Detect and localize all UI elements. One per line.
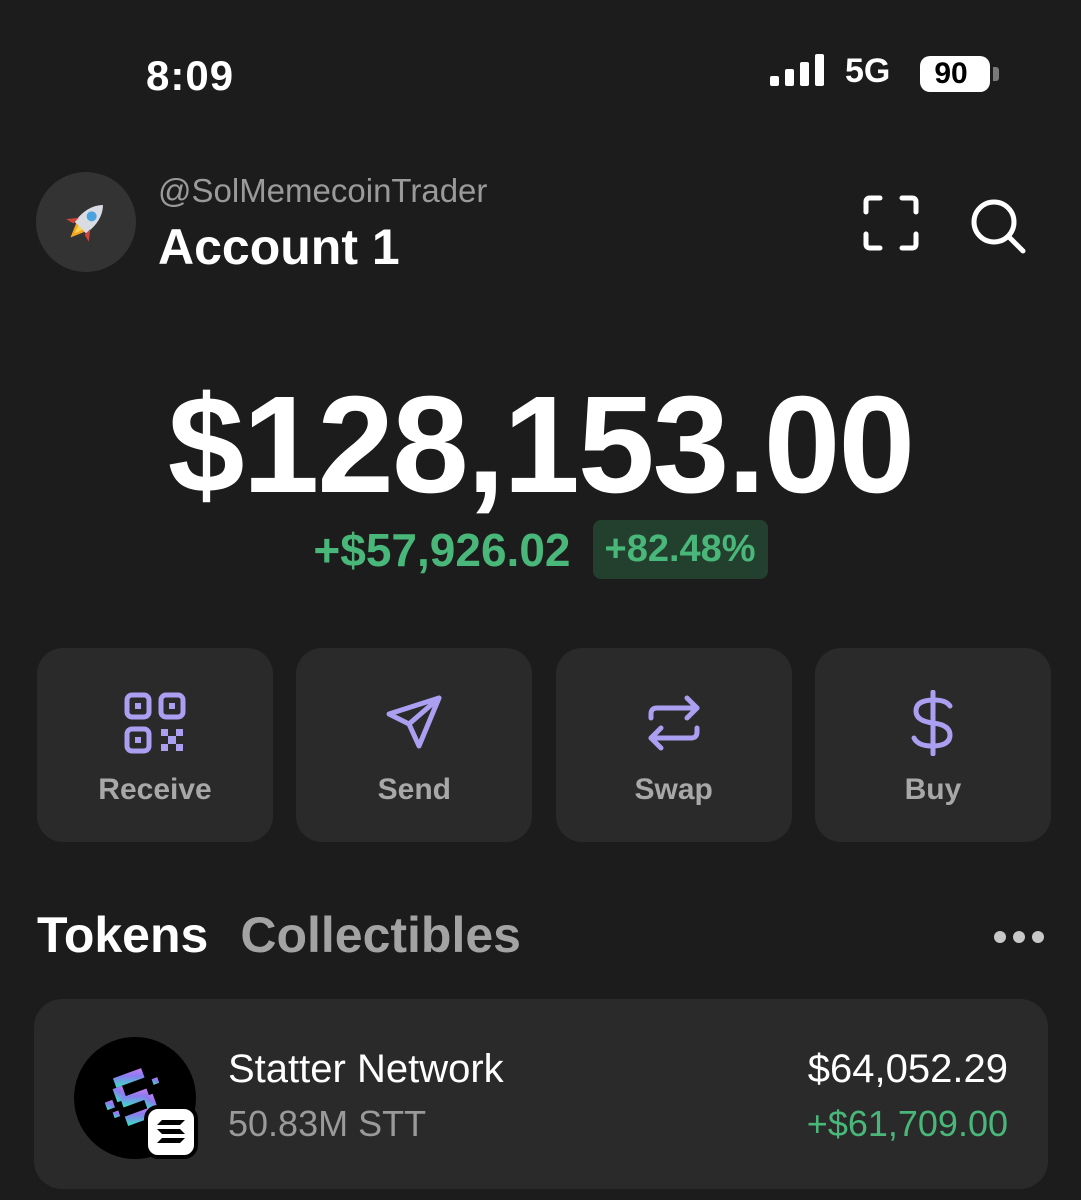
tab-tokens[interactable]: Tokens: [37, 906, 208, 964]
avatar[interactable]: [36, 172, 136, 272]
token-amount: 50.83M STT: [228, 1103, 427, 1144]
account-name[interactable]: Account 1: [158, 218, 400, 276]
battery-icon: 90: [920, 56, 990, 92]
search-icon[interactable]: [968, 196, 1028, 256]
asset-tabs: Tokens Collectibles: [37, 906, 521, 964]
battery-level: 90: [934, 57, 968, 90]
status-bar: 8:09 5G 90: [0, 0, 1081, 150]
battery-cap: [993, 67, 999, 81]
balance-change-percent: +82.48%: [592, 520, 768, 579]
rocket-icon: [66, 205, 103, 242]
dollar-icon: [911, 690, 953, 756]
send-button[interactable]: Send: [296, 648, 533, 842]
token-name: Statter Network: [228, 1047, 504, 1091]
total-balance: $128,153.00: [167, 368, 915, 522]
token-value: $64,052.29: [807, 1047, 1008, 1091]
signal-icon: [770, 54, 824, 86]
tab-collectibles[interactable]: Collectibles: [240, 906, 521, 964]
solana-icon: [157, 1120, 185, 1143]
receive-button[interactable]: Receive: [37, 648, 273, 842]
buy-button[interactable]: Buy: [814, 648, 1051, 842]
receive-label: Receive: [98, 773, 212, 806]
status-time: 8:09: [146, 52, 235, 99]
token-change: +$61,709.00: [806, 1103, 1008, 1144]
scan-icon[interactable]: [862, 194, 920, 252]
action-bar: Receive Send Swap Buy: [37, 648, 1051, 842]
send-icon: [386, 695, 442, 749]
account-handle: @SolMemecoinTrader: [158, 172, 488, 209]
swap-icon: [648, 695, 700, 751]
network-label: 5G: [845, 52, 891, 90]
solana-chain-badge: [144, 1105, 198, 1159]
swap-button[interactable]: Swap: [555, 648, 792, 842]
send-label: Send: [377, 773, 451, 806]
balance-change-amount: +$57,926.02: [313, 523, 571, 576]
swap-label: Swap: [634, 773, 713, 806]
more-icon[interactable]: [992, 924, 1046, 950]
balance-change-row: +$57,926.02 +82.48%: [0, 520, 1081, 579]
qr-code-icon: [124, 692, 186, 754]
token-row[interactable]: Statter Network 50.83M STT $64,052.29 +$…: [34, 999, 1048, 1189]
buy-label: Buy: [904, 773, 962, 806]
